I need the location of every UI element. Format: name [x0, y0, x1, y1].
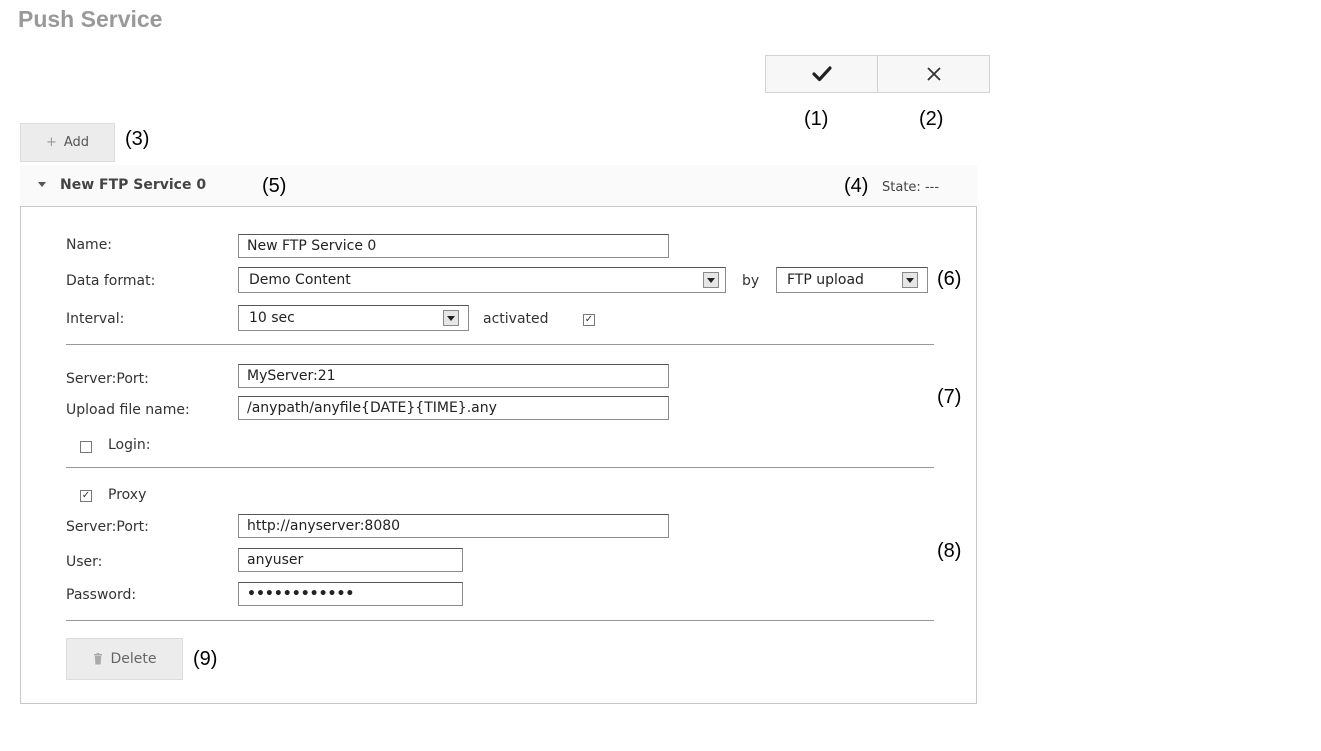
proxy-server-label: Server:Port:	[66, 519, 149, 535]
state-value: ---	[924, 180, 940, 195]
login-label: Login:	[108, 437, 151, 453]
proxy-server-input[interactable]: http://anyserver:8080	[238, 514, 669, 538]
collapse-caret-icon[interactable]	[38, 182, 46, 187]
interval-dropdown-icon[interactable]	[443, 310, 459, 326]
transfer-method-callout: (6)	[937, 268, 962, 290]
proxy-label: Proxy	[108, 487, 147, 503]
add-button[interactable]: + Add	[20, 123, 115, 162]
interval-select[interactable]: 10 sec	[238, 305, 469, 331]
checkmark-icon	[811, 66, 832, 82]
service-title-callout: (5)	[262, 175, 287, 197]
activated-label: activated	[483, 311, 549, 327]
activated-checkbox[interactable]: ✓	[583, 314, 595, 326]
confirm-button[interactable]	[765, 55, 878, 93]
data-format-select[interactable]: Demo Content	[238, 267, 726, 293]
page-title: Push Service	[18, 6, 163, 32]
transfer-method-dropdown-icon[interactable]	[902, 272, 918, 288]
add-callout: (3)	[125, 128, 150, 150]
ftp-server-input[interactable]: MyServer:21	[238, 364, 669, 388]
interval-label: Interval:	[66, 311, 125, 327]
ftp-section-callout: (7)	[937, 386, 962, 408]
plus-icon: +	[45, 135, 57, 150]
close-icon	[926, 67, 941, 81]
trash-icon	[93, 653, 102, 665]
delete-button-label: Delete	[110, 651, 157, 667]
interval-value: 10 sec	[249, 310, 295, 326]
ftp-server-label: Server:Port:	[66, 371, 149, 387]
divider	[66, 344, 934, 345]
cancel-callout: (2)	[919, 108, 944, 130]
proxy-checkbox[interactable]: ✓	[80, 490, 92, 502]
upload-filename-label: Upload file name:	[66, 402, 190, 418]
by-label: by	[742, 273, 760, 289]
service-state: State: ---	[882, 180, 939, 195]
name-label: Name:	[66, 237, 113, 253]
service-title: New FTP Service 0	[60, 177, 207, 193]
upload-filename-input[interactable]: /anypath/anyfile{DATE}{TIME}.any	[238, 396, 669, 420]
state-label: State:	[882, 180, 921, 195]
proxy-user-label: User:	[66, 554, 103, 570]
data-format-dropdown-icon[interactable]	[703, 272, 719, 288]
proxy-section-callout: (8)	[937, 540, 962, 562]
divider	[66, 620, 934, 621]
login-checkbox[interactable]	[80, 441, 92, 453]
proxy-user-input[interactable]: anyuser	[238, 548, 463, 572]
transfer-method-value: FTP upload	[787, 272, 864, 288]
delete-button[interactable]: Delete	[66, 638, 183, 680]
delete-callout: (9)	[193, 648, 218, 670]
state-callout: (4)	[844, 175, 869, 197]
proxy-password-label: Password:	[66, 587, 137, 603]
data-format-label: Data format:	[66, 273, 156, 289]
data-format-value: Demo Content	[249, 272, 351, 288]
name-input[interactable]: New FTP Service 0	[238, 234, 669, 258]
proxy-password-input[interactable]: ••••••••••••	[238, 582, 463, 606]
add-button-label: Add	[63, 135, 90, 150]
divider	[66, 467, 934, 468]
cancel-button[interactable]	[877, 55, 990, 93]
confirm-callout: (1)	[804, 108, 829, 130]
